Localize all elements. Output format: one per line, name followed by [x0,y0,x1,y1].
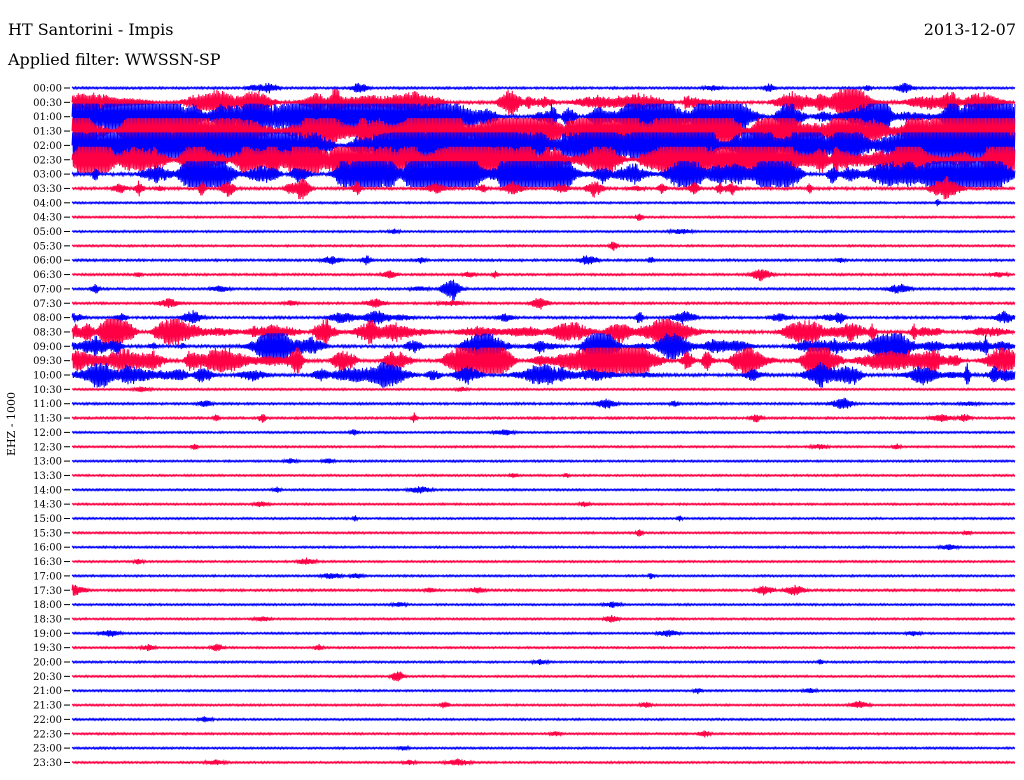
row-time-label: 20:00 [33,658,62,669]
trace-row [71,758,1016,766]
row-time-label: 00:00 [33,84,62,95]
row-time-label: 08:00 [33,313,62,324]
trace-row [71,397,1016,409]
row-time-label: 22:00 [33,715,62,726]
trace-row [71,412,1016,423]
row-time-label: 03:30 [33,184,62,195]
row-time-label: 11:00 [33,399,62,410]
row-time-label: 05:30 [33,241,62,252]
row-time-label: 07:00 [33,284,62,295]
trace-row [71,486,1016,494]
trace-row [71,198,1016,207]
row-time-label: 13:00 [33,457,62,468]
trace-row [71,529,1016,537]
trace-row [71,269,1016,282]
row-time-label: 10:00 [33,371,62,382]
trace-row [71,297,1016,310]
row-time-label: 08:30 [33,327,62,338]
trace-row [71,572,1016,580]
trace-row [71,629,1016,637]
row-time-label: 01:30 [33,127,62,138]
row-time-label: 23:00 [33,744,62,755]
row-time-label: 14:30 [33,500,62,511]
seismogram-chart: 00:00 00:30 01:00 01:30 02:00 02:30 03:00 03:30… [33,82,1016,769]
trace-row [71,500,1016,508]
helicorder-page: HT Santorini - Impis 2013-12-07 Applied … [0,0,1024,780]
trace-row [71,658,1016,666]
row-time-label: 10:30 [33,385,62,396]
row-time-label: 17:00 [33,571,62,582]
row-time-label: 12:00 [33,428,62,439]
trace-row [71,557,1016,565]
trace-row [71,82,1016,94]
row-time-label: 16:00 [33,543,62,554]
trace-row [71,700,1016,709]
trace-row [71,730,1016,738]
row-time-label: 06:00 [33,256,62,267]
row-time-label: 03:00 [33,170,62,181]
row-time-label: 23:30 [33,758,62,769]
row-time-label: 18:30 [33,614,62,625]
row-time-label: 15:30 [33,528,62,539]
row-time-label: 00:30 [33,98,62,109]
row-time-label: 14:00 [33,485,62,496]
trace-row [71,584,1016,596]
row-time-label: 09:00 [33,342,62,353]
row-time-label: 19:00 [33,629,62,640]
trace-row [71,544,1016,551]
row-time-label: 16:30 [33,557,62,568]
row-time-label: 05:00 [33,227,62,238]
trace-row [71,386,1016,393]
trace-row [71,457,1016,465]
row-time-label: 12:30 [33,442,62,453]
row-time-label: 22:30 [33,729,62,740]
trace-row [71,279,1016,301]
row-time-label: 04:00 [33,198,62,209]
trace-row [71,716,1016,723]
row-time-label: 17:30 [33,586,62,597]
trace-row [71,310,1016,325]
trace-row [71,213,1016,221]
row-time-label: 02:00 [33,141,62,152]
row-time-label: 21:00 [33,686,62,697]
row-time-label: 19:30 [33,643,62,654]
trace-row [71,643,1016,652]
row-time-label: 07:30 [33,299,62,310]
trace-row [71,745,1016,752]
row-time-label: 06:30 [33,270,62,281]
trace-row [71,241,1016,251]
row-time-label: 02:30 [33,155,62,166]
row-time-label: 13:30 [33,471,62,482]
row-time-label: 15:00 [33,514,62,525]
trace-row [71,614,1016,623]
trace-row [71,228,1016,235]
row-time-label: 21:30 [33,701,62,712]
trace-row [71,255,1016,266]
trace-row [71,601,1016,608]
trace-row [71,687,1016,695]
trace-row [71,515,1016,522]
trace-row [71,472,1016,479]
row-time-label: 04:30 [33,213,62,224]
row-time-label: 20:30 [33,672,62,683]
row-time-label: 01:00 [33,112,62,123]
trace-row [71,429,1016,436]
trace-row [71,443,1016,451]
row-time-label: 18:00 [33,600,62,611]
row-time-label: 11:30 [33,414,62,425]
row-time-label: 09:30 [33,356,62,367]
trace-row [71,671,1016,682]
